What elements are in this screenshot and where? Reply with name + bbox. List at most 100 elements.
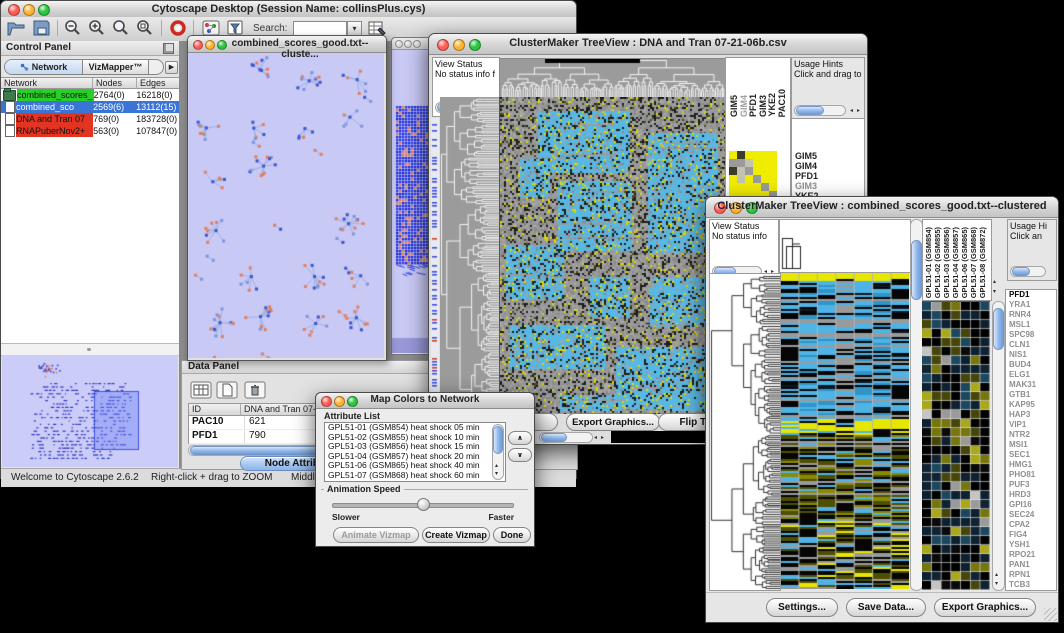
- network-tree-row[interactable]: DNA and Tran 07769(0)183728(0): [1, 113, 179, 125]
- scroll-down-icon[interactable]: ▾: [995, 581, 998, 587]
- heatmap-canvas[interactable]: [781, 273, 909, 589]
- column-label[interactable]: PFD1: [748, 94, 758, 117]
- selected-cluster-heatmap[interactable]: [729, 151, 777, 199]
- create-vizmap-button[interactable]: Create Vizmap: [422, 527, 490, 543]
- gene-label[interactable]: GTB1: [1006, 390, 1056, 400]
- gene-label[interactable]: PFD1: [792, 171, 864, 181]
- gene-label[interactable]: GIM4: [792, 161, 864, 171]
- gene-label[interactable]: TCB3: [1006, 580, 1056, 590]
- column-header[interactable]: ID: [189, 404, 241, 416]
- column-label[interactable]: YKE2: [767, 93, 777, 117]
- gene-label[interactable]: SEC24: [1006, 510, 1056, 520]
- zoom-in-icon[interactable]: [87, 19, 107, 37]
- usage-hscrollbar[interactable]: [794, 105, 846, 116]
- zoom-out-icon[interactable]: [63, 19, 83, 37]
- save-icon[interactable]: [31, 19, 51, 37]
- gene-label[interactable]: CPA2: [1006, 520, 1056, 530]
- bottom-hscrollbar[interactable]: [539, 432, 593, 443]
- zoom-icon[interactable]: [413, 40, 421, 48]
- gene-label[interactable]: BUD4: [1006, 360, 1056, 370]
- gene-label[interactable]: GIM5: [792, 151, 864, 161]
- network-overview-canvas[interactable]: [2, 355, 178, 467]
- column-label[interactable]: GPL51-08 (GSM872): [978, 227, 987, 298]
- scroll-up-icon[interactable]: ▴: [995, 572, 998, 578]
- gene-label[interactable]: RPO21: [1006, 550, 1056, 560]
- network-tree-row[interactable]: combined_scores_2764(0)16218(0): [1, 89, 179, 101]
- move-down-button[interactable]: ∨: [508, 448, 532, 462]
- column-label[interactable]: GPL51-01 (GSM854): [924, 227, 933, 298]
- gene-label[interactable]: RNR4: [1006, 310, 1056, 320]
- table-mode-icon[interactable]: [190, 381, 212, 399]
- row-dendrogram-canvas[interactable]: [440, 97, 499, 414]
- gene-label[interactable]: PAN1: [1006, 560, 1056, 570]
- list-vscrollbar[interactable]: ▴ ▾: [492, 424, 504, 480]
- gene-label[interactable]: FIG4: [1006, 530, 1056, 540]
- minimize-icon[interactable]: [404, 40, 412, 48]
- gene-label[interactable]: GPI16: [1006, 500, 1056, 510]
- export-graphics-button[interactable]: Export Graphics...: [934, 598, 1036, 617]
- gene-label[interactable]: PEP5: [1006, 590, 1056, 591]
- scroll-left-icon[interactable]: ◂: [850, 108, 853, 114]
- gene-label[interactable]: MSI1: [1006, 440, 1056, 450]
- attribute-item[interactable]: GPL51-07 (GSM868) heat shock 60 min: [325, 471, 505, 481]
- scroll-left-icon[interactable]: ◂: [594, 435, 597, 441]
- main-titlebar[interactable]: Cytoscape Desktop (Session Name: collins…: [1, 1, 576, 18]
- gene-label[interactable]: HRD3: [1006, 490, 1056, 500]
- done-button[interactable]: Done: [493, 527, 531, 543]
- scroll-up-icon[interactable]: ▴: [993, 279, 996, 285]
- gene-label[interactable]: KAP95: [1006, 400, 1056, 410]
- speed-slider-thumb[interactable]: [417, 498, 430, 511]
- column-header[interactable]: Edges: [137, 78, 179, 89]
- tab-overflow-icon[interactable]: ▶: [165, 61, 178, 74]
- gene-label[interactable]: CLN1: [1006, 340, 1056, 350]
- column-header[interactable]: Nodes: [93, 78, 137, 89]
- zoom-heatmap-canvas[interactable]: [922, 301, 990, 590]
- float-panel-icon[interactable]: [163, 43, 174, 54]
- gene-label[interactable]: NTR2: [1006, 430, 1056, 440]
- network-tree-row[interactable]: combined_sco2569(6)13112(15): [1, 101, 179, 113]
- column-label[interactable]: GPL51-03 (GSM856): [942, 227, 951, 298]
- search-input[interactable]: [293, 21, 347, 36]
- gene-label[interactable]: SPC98: [1006, 330, 1056, 340]
- gene-label[interactable]: HMG1: [1006, 460, 1056, 470]
- gene-label[interactable]: PHO81: [1006, 470, 1056, 480]
- gene-label[interactable]: HAP3: [1006, 410, 1056, 420]
- network-canvas[interactable]: [188, 52, 384, 358]
- search-dropdown-icon[interactable]: ▾: [347, 21, 362, 36]
- gene-label[interactable]: PFD1: [1006, 290, 1056, 300]
- scroll-up-icon[interactable]: ▴: [495, 463, 498, 469]
- heatmap-canvas[interactable]: [499, 97, 725, 414]
- gene-label[interactable]: PUF3: [1006, 480, 1056, 490]
- column-label[interactable]: GPL51-06 (GSM865): [960, 227, 969, 298]
- move-up-button[interactable]: ∧: [508, 431, 532, 445]
- gene-label[interactable]: MAK31: [1006, 380, 1056, 390]
- tab-network[interactable]: Network: [5, 60, 83, 74]
- close-icon[interactable]: [193, 40, 203, 50]
- network-grid-canvas[interactable]: [392, 50, 433, 353]
- resize-grip[interactable]: [1044, 608, 1057, 621]
- column-label[interactable]: PAC10: [777, 89, 787, 117]
- gene-label[interactable]: NIS1: [1006, 350, 1056, 360]
- zoom-fit-icon[interactable]: [135, 19, 155, 37]
- network-tree-row[interactable]: RNAPuberNov2+563(0)107847(0): [1, 125, 179, 137]
- column-label[interactable]: GIM3: [758, 95, 768, 117]
- annotation-ring-icon[interactable]: [168, 19, 188, 37]
- delete-attribute-icon[interactable]: [244, 381, 266, 399]
- gene-label[interactable]: RPN1: [1006, 570, 1056, 580]
- column-header[interactable]: Network: [1, 78, 93, 89]
- gene-label[interactable]: GIM3: [792, 181, 864, 191]
- scroll-right-icon[interactable]: ▸: [857, 108, 860, 114]
- export-graphics-button[interactable]: Export Graphics...: [566, 413, 660, 431]
- new-attribute-icon[interactable]: [216, 381, 238, 399]
- gene-label[interactable]: VIP1: [1006, 420, 1056, 430]
- attribute-list[interactable]: GPL51-01 (GSM854) heat shock 05 minGPL51…: [324, 422, 506, 482]
- usage-hscrollbar[interactable]: [1010, 266, 1046, 277]
- column-label[interactable]: GIM5: [729, 95, 739, 117]
- animate-vizmap-button[interactable]: Animate Vizmap: [333, 527, 419, 543]
- column-dendrogram-canvas[interactable]: [499, 58, 726, 99]
- save-data-button[interactable]: Save Data...: [846, 598, 926, 617]
- zoom-selected-icon[interactable]: [111, 19, 131, 37]
- settings-button[interactable]: Settings...: [766, 598, 838, 617]
- gene-label[interactable]: YRA1: [1006, 300, 1056, 310]
- column-label[interactable]: GIM4: [739, 95, 749, 117]
